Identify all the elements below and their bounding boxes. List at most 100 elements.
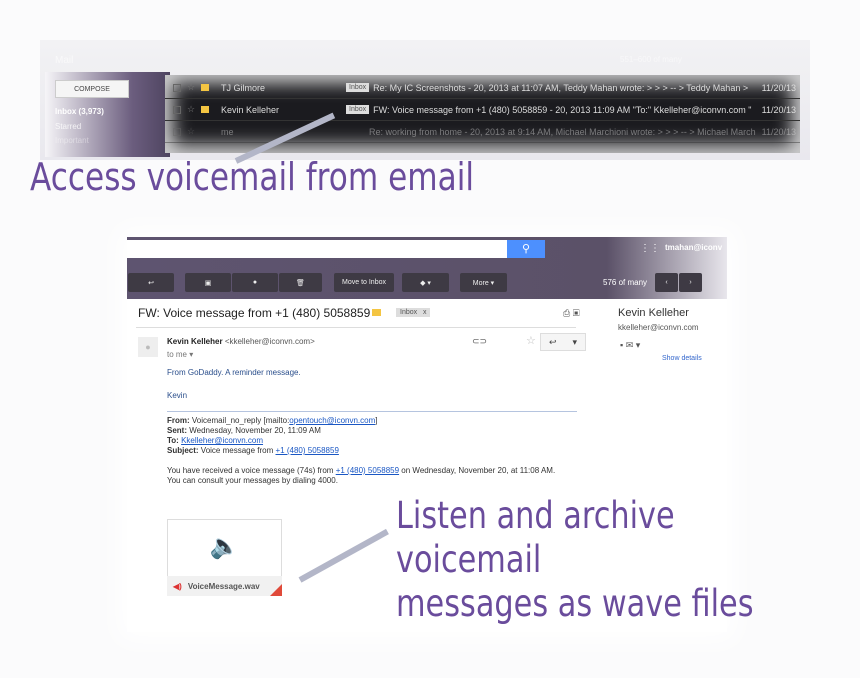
to-me: to me (167, 350, 188, 359)
email-row[interactable]: ☆ me Re: working from home - 20, 2013 at 9… (165, 121, 800, 143)
search-input[interactable] (127, 240, 507, 258)
msg-a: You have received a voice message (74s) … (167, 466, 336, 475)
subject-label: Subject: (167, 446, 199, 455)
pager-text: 576 of many (603, 278, 648, 287)
sender-line: Kevin Kelleher <kkelleher@iconvn.com> (167, 337, 315, 346)
to-link[interactable]: Kkelleher@iconvn.com (181, 436, 263, 445)
archive-button[interactable]: ▣ (185, 273, 231, 292)
attachment-icon: ⊂⊃ (472, 336, 488, 346)
account-name[interactable]: tmahan@iconv (665, 243, 722, 252)
sender-name: Kevin Kelleher (167, 337, 223, 346)
avatar: ● (138, 337, 158, 357)
sender: Kevin Kelleher (221, 104, 280, 115)
voice-message-text: You have received a voice message (74s) … (167, 466, 557, 486)
attachment-name: VoiceMessage.wav (187, 581, 260, 591)
star-icon[interactable]: ☆ (187, 82, 201, 93)
older-button[interactable]: › (679, 273, 702, 292)
date: 11/20/13 (761, 126, 796, 137)
label-badge: Inbox (346, 105, 370, 114)
star-icon[interactable]: ☆ (187, 126, 201, 137)
download-corner[interactable] (270, 584, 282, 596)
recipient-line[interactable]: to me ▾ (167, 350, 193, 359)
forward-header: From: Voicemail_no_reply [mailto:opentou… (167, 416, 377, 456)
search-icon: ⚲ (521, 243, 531, 255)
phone-link[interactable]: +1 (480) 5058859 (336, 466, 399, 475)
signature: Kevin (167, 391, 188, 400)
archive-icon: ▣ (204, 279, 212, 287)
checkbox[interactable] (173, 105, 181, 114)
label-badge: Inbox (346, 83, 370, 92)
checkbox[interactable] (173, 127, 181, 136)
msg-b: on Wednesday, November 20, at 11:08 AM. (399, 466, 556, 475)
star-icon[interactable]: ☆ (526, 334, 536, 347)
chevron-down-icon[interactable]: ▾ (572, 337, 577, 348)
email-subject: FW: Voice message from +1 (480) 5058859 (138, 306, 371, 320)
importance-icon (201, 106, 209, 113)
reply-icon: ↩ (548, 336, 557, 347)
sent-label: Sent: (167, 426, 187, 435)
inbox-label: Inbox x (396, 308, 431, 317)
delete-button[interactable]: 🗑 (279, 273, 322, 292)
newer-button[interactable]: ‹ (655, 273, 678, 292)
move-to-inbox-button[interactable]: Move to Inbox (334, 273, 394, 292)
chevron-left-icon: ‹ (665, 279, 668, 286)
checkbox[interactable] (173, 83, 181, 92)
reply-button[interactable]: ↩ ▾ (540, 333, 586, 351)
chevron-down-icon[interactable]: ▾ (189, 350, 193, 359)
compose-button[interactable]: COMPOSE (55, 80, 129, 98)
sender-email: <kkelleher@iconvn.com> (224, 337, 315, 346)
chevron-right-icon: › (689, 279, 692, 286)
contact-email: kkelleher@iconvn.com (618, 323, 699, 332)
speaker-icon: 🔈 (209, 533, 240, 560)
back-arrow-icon: ↩ (148, 279, 154, 287)
more-button[interactable]: More ▾ (460, 273, 507, 292)
sidebar-item-important[interactable]: Important (55, 136, 89, 145)
to-label: To: (167, 436, 179, 445)
email-list: ☆ TJ Gilmore Inbox Re: My IC Screenshots - … (165, 75, 800, 153)
caption-line-1: Listen and archive voicemail (396, 494, 675, 581)
subject-link[interactable]: +1 (480) 5058859 (276, 446, 339, 455)
sidebar-item-inbox[interactable]: Inbox (3,973) (55, 107, 104, 116)
importance-icon (201, 84, 209, 91)
importance-icon (201, 128, 209, 135)
remove-label-button[interactable]: x (423, 309, 427, 316)
from-end: ] (375, 416, 378, 425)
star-icon[interactable]: ☆ (187, 104, 201, 115)
trash-icon: 🗑 (296, 279, 305, 287)
sender: TJ Gilmore (221, 82, 266, 93)
caption-access: Access voicemail from email (30, 155, 475, 199)
date: 11/20/13 (761, 82, 796, 93)
email-row[interactable]: ☆ Kevin Kelleher Inbox FW: Voice message fr… (165, 99, 800, 121)
contact-name: Kevin Kelleher (618, 307, 689, 319)
from-link[interactable]: opentouch@iconvn.com (289, 416, 375, 425)
subject: FW: Voice message from +1 (480) 5058859 … (373, 104, 752, 115)
sent-value: Wednesday, November 20, 11:09 AM (189, 426, 321, 435)
from-value: Voicemail_no_reply [mailto: (191, 416, 290, 425)
label-icon: ◆ ▾ (420, 279, 431, 287)
email-row[interactable]: ☆ TJ Gilmore Inbox Re: My IC Screenshots - … (165, 77, 800, 99)
msg-c: You can consult your messages by dialing… (167, 476, 338, 485)
divider (167, 411, 577, 412)
caption-line-2: messages as wave files (396, 582, 754, 625)
subject-value: Voice message from (200, 446, 276, 455)
back-button[interactable]: ↩ (128, 273, 174, 292)
date: 11/20/13 (761, 104, 796, 115)
report-spam-button[interactable]: ● (232, 273, 278, 292)
apps-icon[interactable]: ⋮⋮ (640, 243, 660, 254)
labels-button[interactable]: ◆ ▾ (402, 273, 449, 292)
mail-menu[interactable]: Mail (55, 55, 73, 66)
search-button[interactable]: ⚲ (507, 240, 545, 258)
caption-listen: Listen and archive voicemail messages as … (396, 494, 776, 626)
importance-icon[interactable] (372, 309, 381, 316)
sidebar-item-starred[interactable]: Starred (55, 122, 81, 131)
audio-icon: ◀) (173, 581, 182, 591)
attachment-bar[interactable]: ◀) VoiceMessage.wav (167, 576, 282, 596)
show-details-link[interactable]: Show details (662, 355, 720, 362)
subject: Re: My IC Screenshots - 20, 2013 at 11:0… (373, 82, 749, 93)
from-label: From: (167, 416, 190, 425)
top-pager: 551–600 of many (620, 55, 682, 64)
label-text: Inbox (400, 309, 418, 316)
print-icon[interactable]: ⎙ ▣ (563, 308, 580, 319)
divider (136, 327, 576, 328)
contact-actions[interactable]: ▪ ✉ ▾ (620, 340, 720, 351)
